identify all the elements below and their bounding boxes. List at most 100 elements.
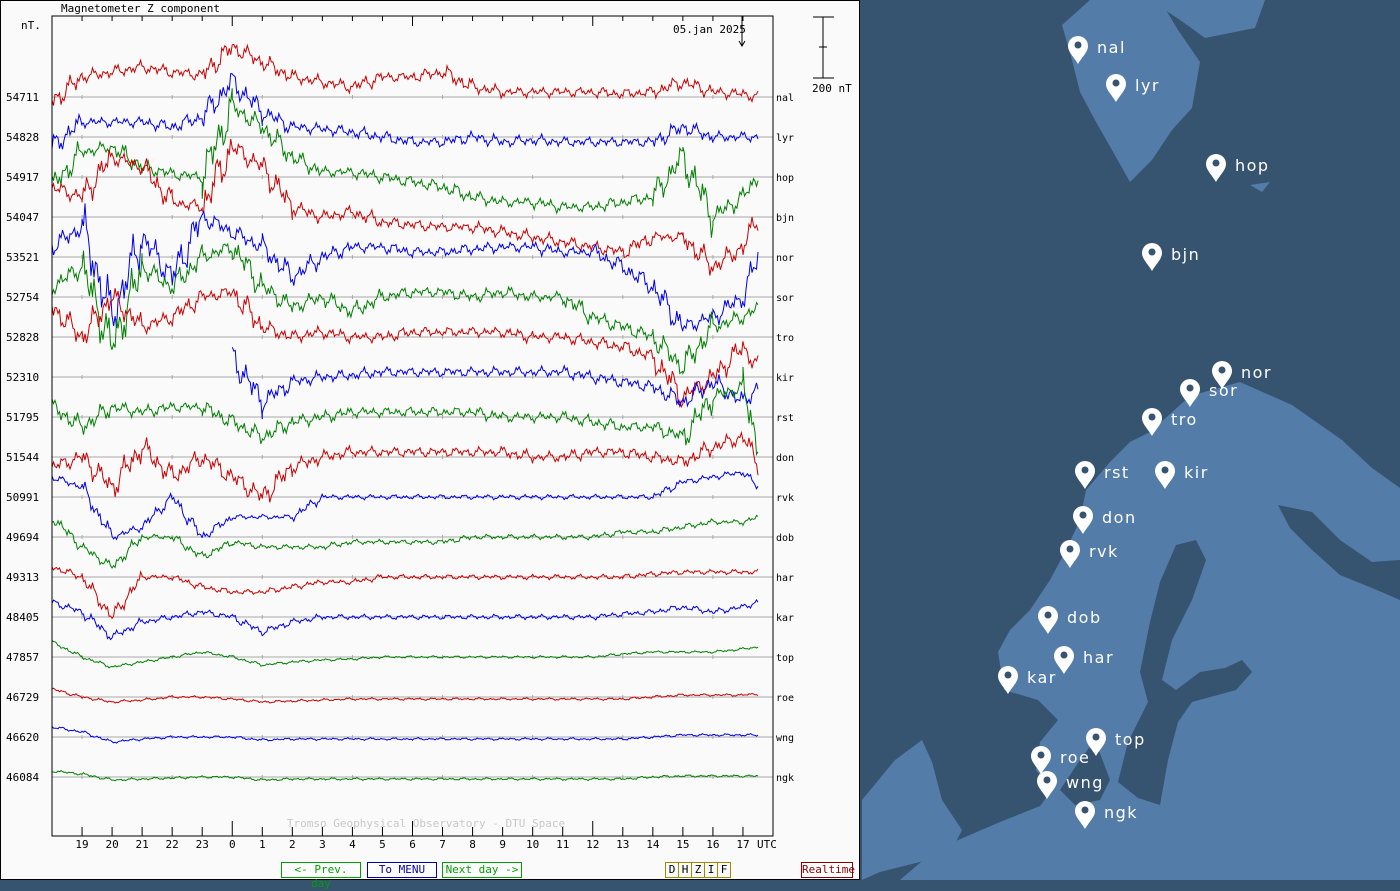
x-tick-label: 10	[526, 838, 539, 851]
station-name: dob	[1067, 608, 1102, 627]
baseline-value-ngk: 46084	[6, 771, 39, 784]
scale-label: 200 nT	[812, 82, 852, 95]
x-tick-label: 6	[409, 838, 416, 851]
x-tick-label: 14	[646, 838, 660, 851]
pin-hole	[1212, 159, 1220, 167]
station-label-nal: nal	[776, 93, 794, 104]
component-d-button[interactable]: D	[666, 863, 679, 877]
station-label-rvk: rvk	[776, 493, 794, 504]
x-tick-label: 13	[616, 838, 629, 851]
station-name: wng	[1066, 773, 1104, 792]
x-tick-label: 15	[676, 838, 689, 851]
x-tick-label: 21	[136, 838, 149, 851]
x-tick-label: 16	[706, 838, 719, 851]
x-tick-label: 4	[349, 838, 356, 851]
pin-hole	[1081, 806, 1089, 814]
x-tick-label: 20	[105, 838, 118, 851]
baseline-value-rst: 51795	[6, 411, 39, 424]
pin-hole	[1004, 671, 1012, 679]
y-unit-label: nT.	[21, 19, 41, 32]
trace-tro	[51, 287, 759, 409]
x-tick-label: 12	[586, 838, 599, 851]
pin-hole	[1092, 733, 1100, 741]
station-label-lyr: lyr	[776, 133, 794, 144]
x-tick-label: 9	[499, 838, 506, 851]
realtime-button[interactable]: Realtime	[801, 862, 855, 878]
pin-hole	[1074, 41, 1082, 49]
x-tick-label: 17	[736, 838, 749, 851]
baseline-value-tro: 52828	[6, 331, 39, 344]
trace-top	[51, 639, 759, 669]
baseline-value-roe: 46729	[6, 691, 39, 704]
baseline-value-sor: 52754	[6, 291, 39, 304]
trace-hop	[51, 88, 759, 238]
x-unit-label: UTC	[757, 838, 777, 851]
baseline-value-nal: 54711	[6, 91, 39, 104]
station-label-bjn: bjn	[776, 213, 794, 224]
prev-day-button[interactable]: <- Prev. day	[281, 862, 361, 890]
station-name: lyr	[1135, 76, 1160, 95]
baseline-value-wng: 46620	[6, 731, 39, 744]
pin-hole	[1218, 366, 1226, 374]
x-tick-label: 5	[379, 838, 386, 851]
trace-kir	[231, 347, 759, 420]
x-tick-label: 1	[259, 838, 266, 851]
station-label-har: har	[776, 573, 794, 584]
station-name: nal	[1097, 38, 1126, 57]
component-h-button[interactable]: H	[679, 863, 692, 877]
station-label-top: top	[776, 653, 794, 664]
station-name: ngk	[1104, 803, 1138, 822]
pin-hole	[1148, 248, 1156, 256]
station-label-kir: kir	[776, 373, 794, 384]
component-selector: D H Z I F	[665, 862, 731, 878]
trace-kar	[51, 598, 759, 641]
station-label-kar: kar	[776, 613, 794, 624]
trace-don	[51, 430, 759, 503]
station-name: roe	[1060, 748, 1090, 767]
component-f-button[interactable]: F	[718, 863, 730, 877]
trace-wng	[51, 726, 759, 744]
station-label-ngk: ngk	[776, 773, 794, 784]
trace-rst	[51, 366, 759, 457]
station-name: har	[1083, 648, 1114, 667]
next-day-button[interactable]: Next day ->	[442, 862, 522, 878]
station-label-don: don	[776, 453, 794, 464]
trace-ngk	[51, 770, 759, 782]
magnetometer-chart: Magnetometer Z component nT. 05.jan 2025…	[6, 2, 852, 851]
station-name: top	[1115, 730, 1146, 749]
station-label-roe: roe	[776, 693, 794, 704]
baseline-value-rvk: 50991	[6, 491, 39, 504]
trace-har	[51, 566, 759, 620]
magnetometer-panel: Magnetometer Z component nT. 05.jan 2025…	[0, 0, 860, 890]
x-tick-label: 7	[439, 838, 446, 851]
pin-hole	[1043, 776, 1051, 784]
watermark: Tromso Geophysical Observatory - DTU Spa…	[287, 817, 565, 830]
to-menu-button[interactable]: To MENU	[367, 862, 437, 878]
station-name: rst	[1104, 463, 1130, 482]
pin-hole	[1066, 545, 1074, 553]
x-tick-label: 22	[166, 838, 179, 851]
pin-hole	[1081, 466, 1089, 474]
date-label: 05.jan 2025	[673, 23, 746, 36]
station-map: nallyr hop bjn norsortro rst kir don rvk dob har k…	[860, 0, 1400, 880]
baseline-value-hop: 54917	[6, 171, 39, 184]
station-name: kar	[1027, 668, 1057, 687]
x-tick-label: 11	[556, 838, 569, 851]
station-name: sor	[1209, 381, 1238, 400]
baseline-value-top: 47857	[6, 651, 39, 664]
chart-title: Magnetometer Z component	[61, 2, 220, 15]
baseline-value-lyr: 54828	[6, 131, 39, 144]
pin-hole	[1037, 751, 1045, 759]
station-label-hop: hop	[776, 173, 794, 184]
baseline-value-don: 51544	[6, 451, 39, 464]
trace-roe	[51, 687, 759, 704]
trace-rvk	[51, 471, 759, 541]
component-z-button[interactable]: Z	[692, 863, 705, 877]
component-i-button[interactable]: I	[705, 863, 718, 877]
station-label-rst: rst	[776, 413, 794, 424]
station-name: tro	[1171, 410, 1198, 429]
pin-hole	[1060, 651, 1068, 659]
x-tick-label: 3	[319, 838, 326, 851]
station-label-dob: dob	[776, 533, 794, 544]
station-name: bjn	[1171, 245, 1200, 264]
